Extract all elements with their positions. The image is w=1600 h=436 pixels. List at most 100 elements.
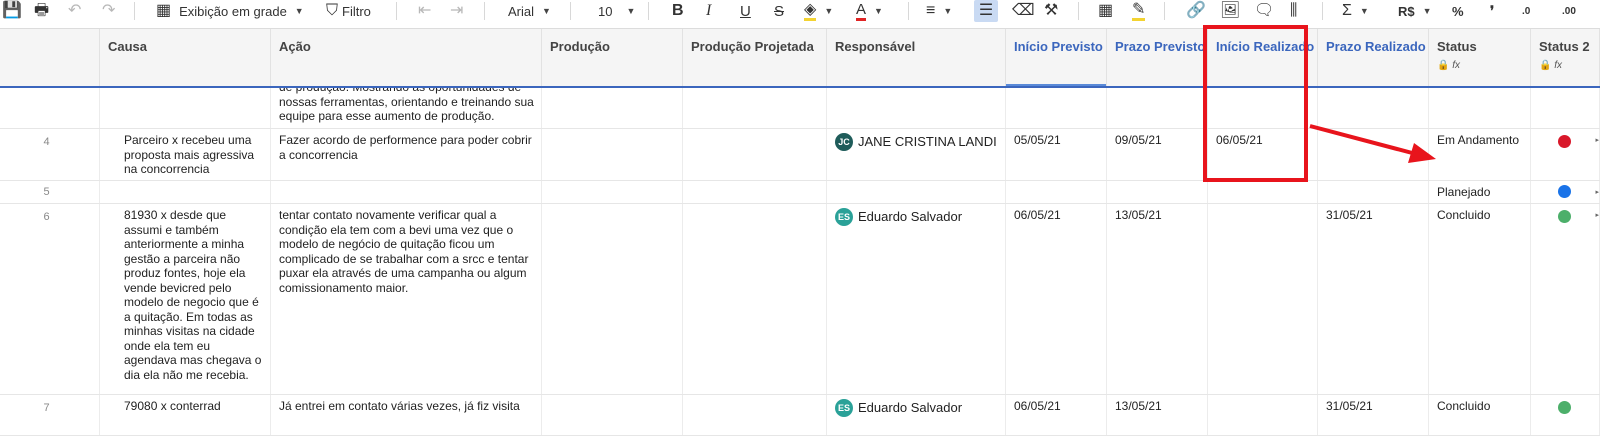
cell-producao[interactable] xyxy=(542,204,683,394)
cell-responsavel[interactable]: JC JANE CRISTINA LANDI xyxy=(827,129,1006,180)
cell-inicio-previsto[interactable]: 06/05/21 xyxy=(1006,395,1107,435)
cell-producao[interactable] xyxy=(542,88,683,128)
italic-button[interactable]: I xyxy=(706,0,711,22)
cell-responsavel[interactable]: ES Eduardo Salvador xyxy=(827,204,1006,394)
cell-responsavel[interactable] xyxy=(827,181,1006,203)
cell-producao[interactable] xyxy=(542,395,683,435)
cell-status-2[interactable] xyxy=(1531,395,1600,435)
clear-format-button[interactable]: ⌫ xyxy=(1012,0,1035,22)
undo-icon[interactable]: ↶ xyxy=(68,0,81,22)
cell-status[interactable]: Concluido xyxy=(1429,204,1531,394)
fill-color-button[interactable]: ◈ ▼ xyxy=(804,0,833,22)
cell-status-2[interactable]: ▸ xyxy=(1531,204,1600,394)
cell-producao[interactable] xyxy=(542,181,683,203)
cell-status[interactable]: Concluido xyxy=(1429,395,1531,435)
cell-producao[interactable] xyxy=(542,129,683,180)
cell-status[interactable] xyxy=(1429,88,1531,128)
cell-status-2[interactable] xyxy=(1531,88,1600,128)
cell-causa[interactable] xyxy=(100,88,271,128)
decrease-decimal-button[interactable]: .0 xyxy=(1522,0,1530,22)
strikethrough-button[interactable]: S xyxy=(774,0,784,22)
cell-prazo-realizado[interactable]: 31/05/21 xyxy=(1318,395,1429,435)
column-header-causa[interactable]: Causa xyxy=(100,29,271,86)
image-button[interactable]: 🖼 xyxy=(1220,0,1240,22)
cell-inicio-previsto[interactable] xyxy=(1006,88,1107,128)
cell-producao-projetada[interactable] xyxy=(683,129,827,180)
cell-prazo-realizado[interactable] xyxy=(1318,129,1429,180)
cell-inicio-previsto[interactable]: 06/05/21 xyxy=(1006,204,1107,394)
cell-status-2[interactable]: ▸ xyxy=(1531,181,1600,203)
cell-producao-projetada[interactable] xyxy=(683,204,827,394)
table-row[interactable]: 7 79080 x conterrad Já entrei em contato… xyxy=(0,395,1600,436)
cell-prazo-realizado[interactable] xyxy=(1318,181,1429,203)
column-header-producao[interactable]: Produção xyxy=(542,29,683,86)
cell-acao[interactable]: tentar contato novamente verificar qual … xyxy=(271,204,542,394)
cell-prazo-previsto[interactable]: 13/05/21 xyxy=(1107,204,1208,394)
wrap-text-button[interactable]: ☰ xyxy=(974,0,998,22)
column-header-acao[interactable]: Ação xyxy=(271,29,542,86)
cell-prazo-previsto[interactable]: 09/05/21 xyxy=(1107,129,1208,180)
save-icon[interactable]: 💾 xyxy=(2,0,22,22)
grid-view-button[interactable]: ▦ Exibição em grade ▼ xyxy=(156,0,304,22)
align-button[interactable]: ≡ ▼ xyxy=(926,0,952,22)
cell-acao[interactable] xyxy=(271,181,542,203)
column-header-prazo-previsto[interactable]: Prazo Previsto xyxy=(1107,29,1208,86)
comment-button[interactable]: 🗨 xyxy=(1254,0,1274,22)
cell-inicio-realizado[interactable] xyxy=(1208,181,1318,203)
redo-icon[interactable]: ↷ xyxy=(102,0,115,22)
borders-button[interactable]: ▦ xyxy=(1098,0,1113,22)
indent-icon[interactable]: ⇥ xyxy=(450,0,463,22)
table-row[interactable]: 6 81930 x desde que assumi e também ante… xyxy=(0,204,1600,395)
column-header-status-2[interactable]: Status 2 🔒 fx xyxy=(1531,29,1600,86)
cell-causa[interactable]: Parceiro x recebeu uma proposta mais agr… xyxy=(100,129,271,180)
cell-causa[interactable]: 81930 x desde que assumi e também anteri… xyxy=(100,204,271,394)
cell-status[interactable]: Planejado xyxy=(1429,181,1531,203)
cell-status[interactable]: Em Andamento xyxy=(1429,129,1531,180)
cell-prazo-realizado[interactable]: 31/05/21 xyxy=(1318,204,1429,394)
thousands-separator-button[interactable]: ❜ xyxy=(1490,0,1494,22)
column-header-inicio-previsto[interactable]: Início Previsto xyxy=(1006,29,1107,86)
align-columns-button[interactable]: ⫼ xyxy=(1290,0,1297,22)
cell-causa[interactable] xyxy=(100,181,271,203)
highlight-button[interactable]: ✎ xyxy=(1132,0,1146,22)
cell-inicio-previsto[interactable]: 05/05/21 xyxy=(1006,129,1107,180)
percent-button[interactable]: % xyxy=(1452,0,1464,22)
font-family-select[interactable]: Arial ▼ xyxy=(508,0,551,22)
print-icon[interactable]: 🖶 xyxy=(34,0,49,22)
currency-button[interactable]: R$ ▼ xyxy=(1398,0,1432,22)
cell-inicio-realizado[interactable] xyxy=(1208,395,1318,435)
cell-responsavel[interactable] xyxy=(827,88,1006,128)
table-row[interactable]: de produção. Mostrando as oportunidades … xyxy=(0,88,1600,129)
table-row[interactable]: 5 Planejado ▸ xyxy=(0,181,1600,204)
column-header-responsavel[interactable]: Responsável xyxy=(827,29,1006,86)
cell-inicio-realizado[interactable] xyxy=(1208,204,1318,394)
cell-responsavel[interactable]: ES Eduardo Salvador xyxy=(827,395,1006,435)
cell-producao-projetada[interactable] xyxy=(683,395,827,435)
cell-prazo-previsto[interactable]: 13/05/21 xyxy=(1107,395,1208,435)
cell-causa[interactable]: 79080 x conterrad xyxy=(100,395,271,435)
bold-button[interactable]: B xyxy=(672,0,684,22)
increase-decimal-button[interactable]: .00 xyxy=(1562,0,1576,22)
cell-acao[interactable]: de produção. Mostrando as oportunidades … xyxy=(271,88,542,128)
cell-status-2[interactable]: ▸ xyxy=(1531,129,1600,180)
cell-acao[interactable]: Fazer acordo de performence para poder c… xyxy=(271,129,542,180)
column-header-producao-projetada[interactable]: Produção Projetada xyxy=(683,29,827,86)
underline-button[interactable]: U xyxy=(740,0,751,22)
link-button[interactable]: 🔗 xyxy=(1186,0,1206,22)
cell-acao[interactable]: Já entrei em contato várias vezes, já fi… xyxy=(271,395,542,435)
text-color-button[interactable]: A ▼ xyxy=(856,0,883,22)
font-size-select[interactable]: 10 ▼ xyxy=(598,0,635,22)
cell-prazo-previsto[interactable] xyxy=(1107,181,1208,203)
format-painter-button[interactable]: ⚒ xyxy=(1044,0,1058,22)
cell-producao-projetada[interactable] xyxy=(683,88,827,128)
cell-producao-projetada[interactable] xyxy=(683,181,827,203)
cell-inicio-previsto[interactable] xyxy=(1006,181,1107,203)
table-row[interactable]: 4 Parceiro x recebeu uma proposta mais a… xyxy=(0,129,1600,181)
column-header-prazo-realizado[interactable]: Prazo Realizado xyxy=(1318,29,1429,86)
filter-button[interactable]: ⛉ Filtro xyxy=(326,0,371,22)
cell-prazo-previsto[interactable] xyxy=(1107,88,1208,128)
cell-prazo-realizado[interactable] xyxy=(1318,88,1429,128)
column-header-status[interactable]: Status 🔒 fx xyxy=(1429,29,1531,86)
outdent-icon[interactable]: ⇤ xyxy=(418,0,431,22)
sum-button[interactable]: Σ ▼ xyxy=(1342,0,1369,22)
